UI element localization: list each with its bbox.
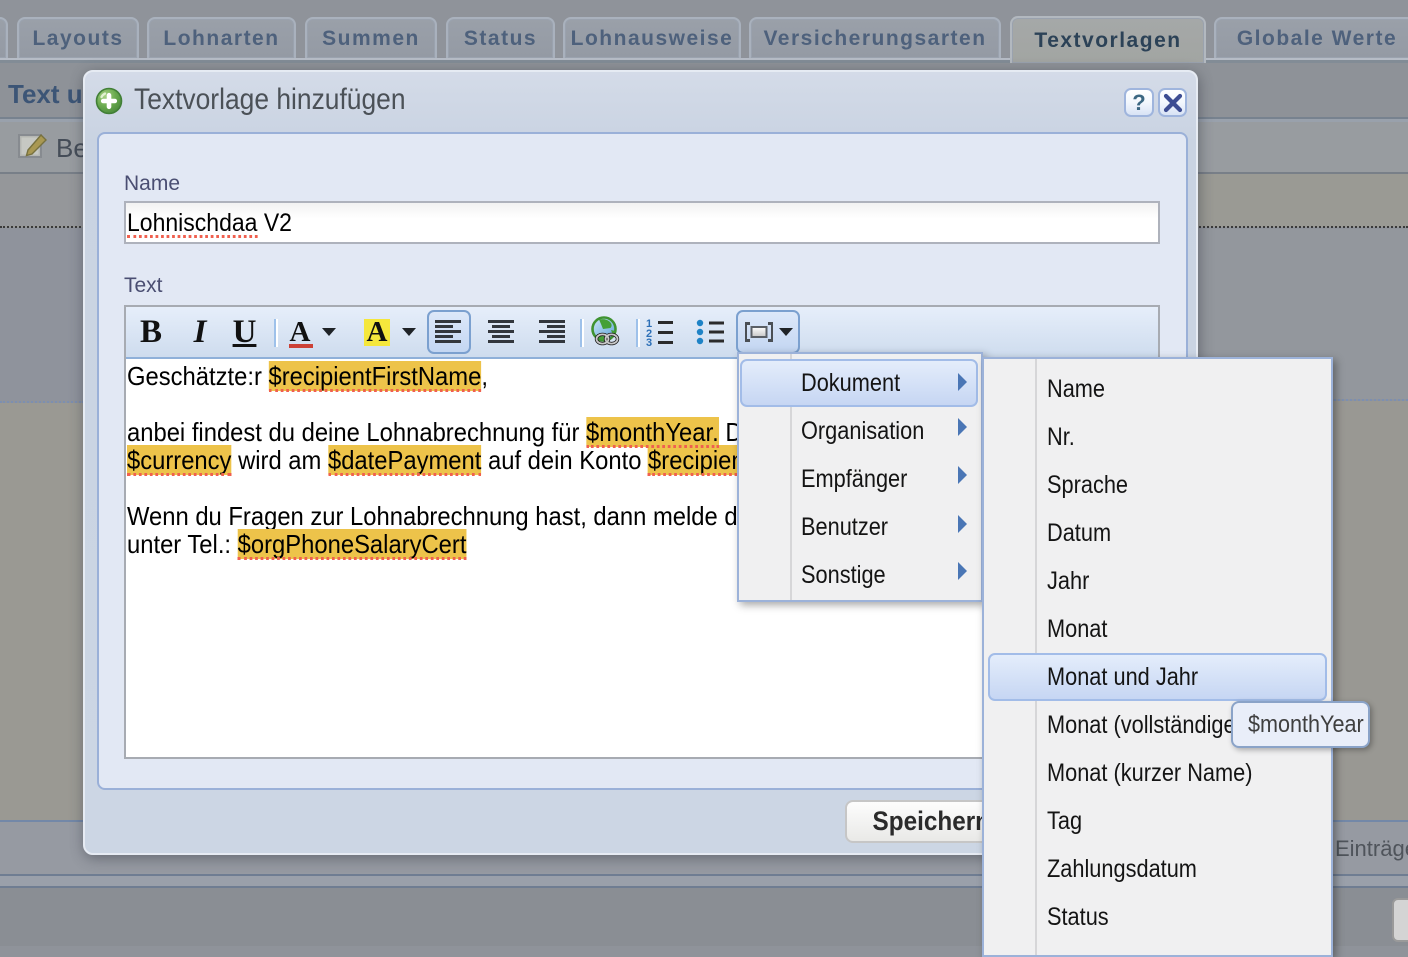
svg-text:3: 3	[646, 337, 652, 346]
